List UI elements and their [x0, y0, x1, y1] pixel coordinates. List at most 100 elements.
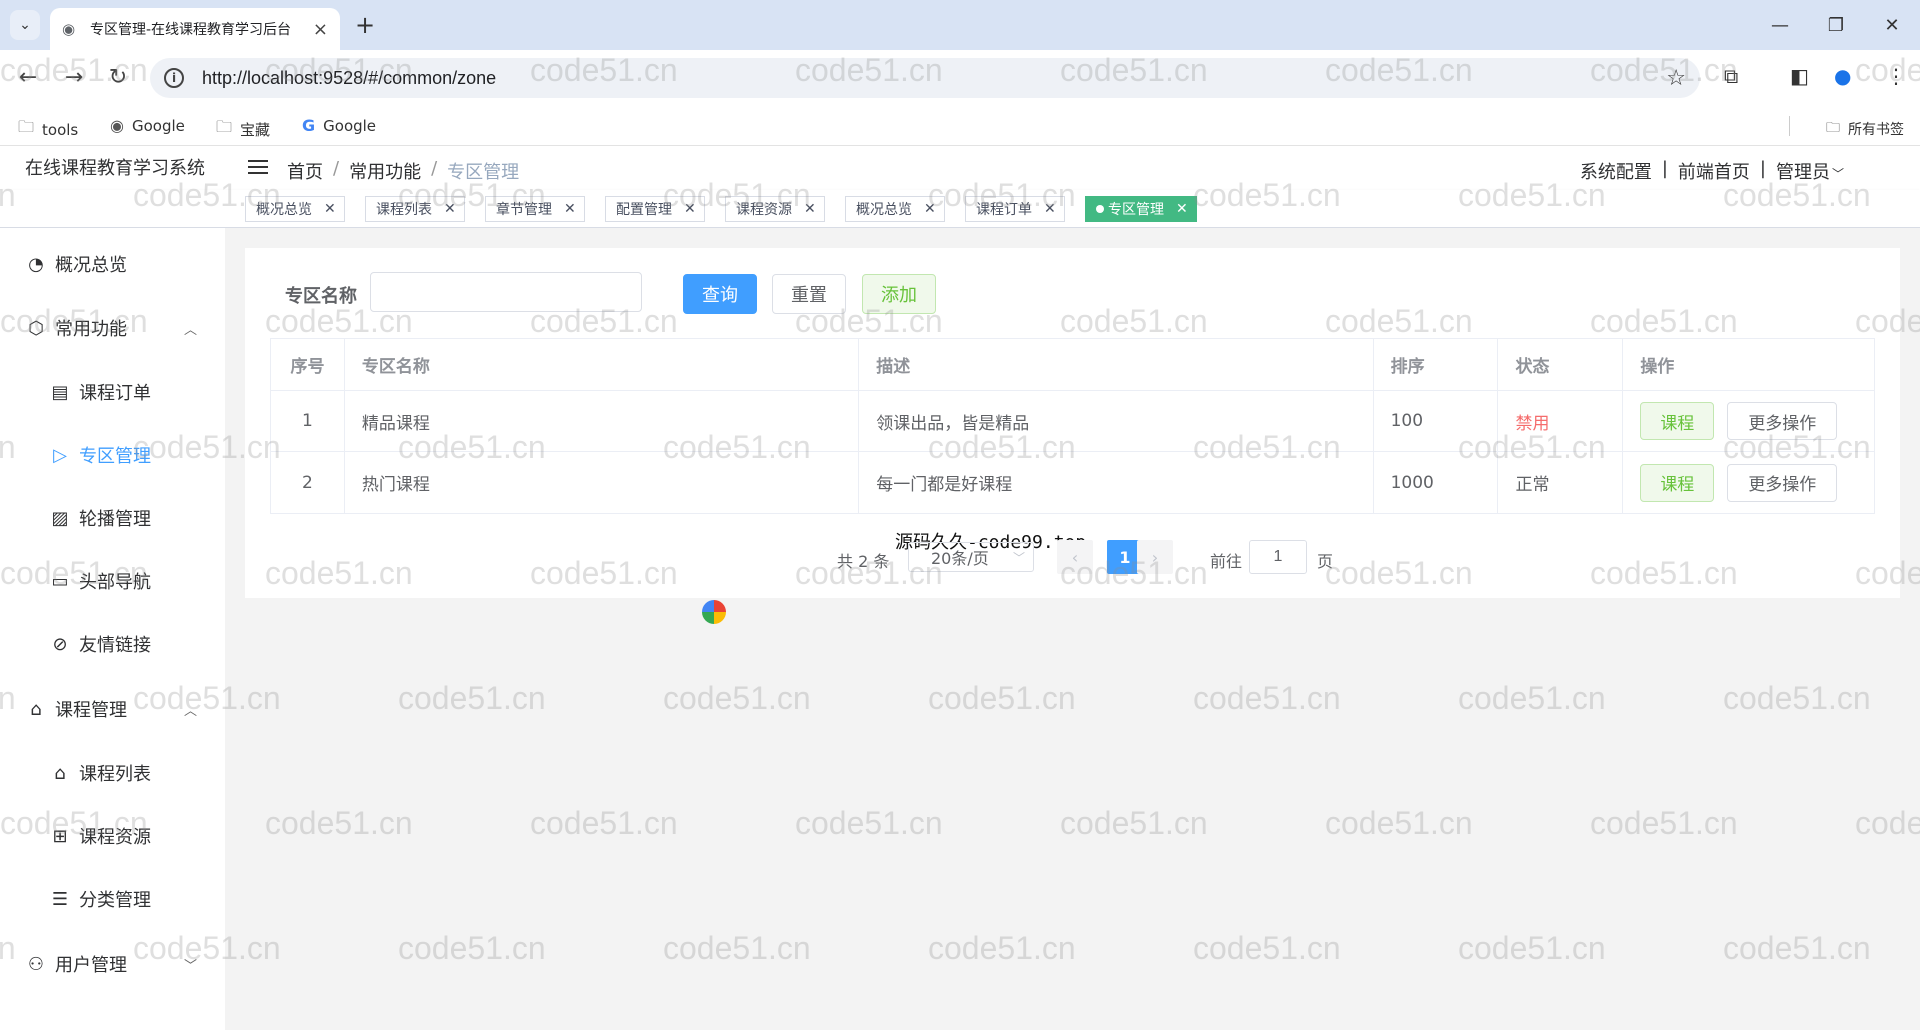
- next-page-button[interactable]: ›: [1137, 540, 1173, 574]
- sidebar-item-orders[interactable]: ▤ 课程订单: [0, 364, 225, 420]
- status-badge: 禁用: [1498, 391, 1624, 451]
- sidebar: ◔ 概况总览 ⬡ 常用功能 ︿ ▤ 课程订单 ▷ 专区管理 ▨ 轮播管理 ▭ 头…: [0, 228, 225, 1030]
- window-close-icon[interactable]: ✕: [1864, 0, 1920, 50]
- bookmark-star-icon[interactable]: ☆: [1666, 66, 1686, 91]
- tag-chapter[interactable]: 章节管理 ✕: [485, 196, 585, 222]
- globe-icon: ◉: [62, 20, 76, 38]
- cell-actions: 课程 更多操作: [1623, 391, 1874, 451]
- chevron-down-icon: ﹀: [1012, 551, 1025, 565]
- goto-page-input[interactable]: [1249, 540, 1307, 574]
- goto-label: 前往: [1210, 552, 1243, 571]
- chevron-down-icon: ﹀: [183, 958, 197, 974]
- breadcrumb-common[interactable]: 常用功能: [349, 158, 421, 184]
- back-arrow-icon[interactable]: ←: [14, 64, 42, 92]
- new-tab-plus-icon[interactable]: +: [350, 10, 380, 40]
- course-button[interactable]: 课程: [1640, 463, 1715, 502]
- query-button[interactable]: 查询: [683, 274, 757, 314]
- breadcrumb-current: 专区管理: [447, 162, 520, 183]
- admin-dropdown[interactable]: 管理员 ﹀: [1776, 158, 1844, 184]
- close-icon[interactable]: ✕: [564, 201, 576, 217]
- window-icon: ▭: [51, 570, 69, 592]
- close-icon[interactable]: ✕: [444, 201, 456, 217]
- app-title: 在线课程教育学习系统: [25, 158, 205, 179]
- add-button[interactable]: 添加: [862, 274, 936, 314]
- cell-name: 精品课程: [345, 391, 860, 451]
- close-icon[interactable]: ✕: [1044, 201, 1056, 217]
- pagination: 共 2 条 20条/页 ﹀ ‹ 1 › 前往 页: [245, 540, 1900, 576]
- status-badge: 正常: [1498, 452, 1624, 513]
- tag-orders[interactable]: 课程订单 ✕: [965, 196, 1065, 222]
- tags-view-bar: 概况总览 ✕ 课程列表 ✕ 章节管理 ✕ 配置管理 ✕ 课程资源 ✕ 概况总览 ✕ 课程订单…: [0, 190, 1920, 228]
- cell-index: 2: [271, 452, 345, 513]
- breadcrumb-home[interactable]: 首页: [287, 158, 323, 184]
- course-button[interactable]: 课程: [1640, 402, 1715, 440]
- close-icon[interactable]: ✕: [924, 201, 936, 217]
- close-icon[interactable]: ×: [313, 19, 328, 40]
- frontend-home-link[interactable]: 前端首页: [1678, 158, 1750, 184]
- active-dot-icon: [1096, 205, 1104, 213]
- tag-resources[interactable]: 课程资源 ✕: [725, 196, 825, 222]
- hamburger-menu-icon[interactable]: [248, 160, 268, 176]
- sidebar-item-links[interactable]: ⊘ 友情链接: [0, 616, 225, 672]
- page-size-select[interactable]: 20条/页 ﹀: [908, 542, 1034, 572]
- browser-menu-kebab-icon[interactable]: ⋮: [1886, 64, 1906, 88]
- cell-desc: 领课出品，皆是精品: [859, 391, 1374, 451]
- sidebar-item-zone[interactable]: ▷ 专区管理: [0, 427, 225, 483]
- folder-icon: 🗀: [216, 117, 233, 136]
- zone-card: 专区名称 查询 重置 添加 序号 专区名称 描述 排序 状态 操作 1 精品课程…: [245, 248, 1900, 598]
- tag-zone-active[interactable]: 专区管理 ✕: [1085, 196, 1197, 222]
- sidebar-item-overview[interactable]: ◔ 概况总览: [0, 236, 225, 292]
- sidebar-item-users[interactable]: ⚇ 用户管理 ﹀: [0, 936, 225, 992]
- sidebar-item-course-list[interactable]: ⌂ 课程列表: [0, 745, 225, 801]
- tag-course-list[interactable]: 课程列表 ✕: [365, 196, 465, 222]
- system-config-link[interactable]: 系统配置: [1580, 158, 1652, 184]
- reload-icon[interactable]: ↻: [104, 64, 132, 92]
- prev-page-button[interactable]: ‹: [1057, 540, 1093, 574]
- close-icon[interactable]: ✕: [1176, 201, 1188, 217]
- profile-avatar-icon[interactable]: ●: [1834, 64, 1851, 88]
- bookmarks-bar: 🗀 tools ◉ Google 🗀 宝藏 G Google 🗀 所有书签: [0, 106, 1920, 146]
- cell-sort: 1000: [1374, 452, 1499, 513]
- chevron-left-icon: ‹: [1071, 547, 1079, 567]
- cell-desc: 每一门都是好课程: [859, 452, 1374, 513]
- tag-overview-2[interactable]: 概况总览 ✕: [845, 196, 945, 222]
- site-info-icon[interactable]: i: [164, 68, 184, 88]
- sidebar-item-carousel[interactable]: ▨ 轮播管理: [0, 490, 225, 546]
- users-icon: ⚇: [27, 953, 45, 975]
- tag-overview[interactable]: 概况总览 ✕: [245, 196, 345, 222]
- extensions-puzzle-icon[interactable]: ⧉: [1724, 64, 1738, 88]
- browser-tab-active[interactable]: ◉ 专区管理-在线课程教育学习后台 ×: [50, 8, 340, 50]
- zone-name-input[interactable]: [370, 272, 642, 312]
- globe-icon: ◉: [110, 116, 124, 135]
- table-row: 2 热门课程 每一门都是好课程 1000 正常 课程 更多操作: [271, 452, 1874, 513]
- breadcrumb-separator: /: [431, 158, 438, 179]
- all-bookmarks[interactable]: 🗀 所有书签: [1826, 117, 1904, 141]
- forward-arrow-icon[interactable]: →: [60, 64, 88, 92]
- tag-config[interactable]: 配置管理 ✕: [605, 196, 705, 222]
- graduation-cap-icon: ⌂: [54, 762, 66, 784]
- close-icon[interactable]: ✕: [324, 201, 336, 217]
- page-label: 页: [1317, 552, 1334, 571]
- bookmark-treasure[interactable]: 🗀 宝藏: [216, 116, 270, 143]
- reset-button[interactable]: 重置: [772, 274, 846, 314]
- close-icon[interactable]: ✕: [804, 201, 816, 217]
- minimize-icon[interactable]: —: [1752, 0, 1808, 50]
- url-text[interactable]: http://localhost:9528/#/common/zone: [202, 68, 496, 89]
- bookmark-tools[interactable]: 🗀 tools: [18, 116, 78, 143]
- sidebar-item-header-nav[interactable]: ▭ 头部导航: [0, 553, 225, 609]
- sidebar-item-common[interactable]: ⬡ 常用功能 ︿: [0, 300, 225, 356]
- tab-search-chevron-icon[interactable]: ⌄: [10, 10, 40, 40]
- browser-tab-title: 专区管理-在线课程教育学习后台: [90, 22, 292, 38]
- bookmark-google-2[interactable]: G Google: [302, 116, 376, 135]
- bookmark-google[interactable]: ◉ Google: [110, 116, 185, 135]
- close-icon[interactable]: ✕: [684, 201, 696, 217]
- address-bar[interactable]: i http://localhost:9528/#/common/zone ☆: [150, 58, 1700, 98]
- sidebar-item-course-mgmt[interactable]: ⌂ 课程管理 ︿: [0, 681, 225, 737]
- restore-icon[interactable]: ❐: [1808, 0, 1864, 50]
- more-actions-button[interactable]: 更多操作: [1727, 463, 1838, 502]
- sidebar-item-course-resources[interactable]: ⊞ 课程资源: [0, 808, 225, 864]
- sidebar-item-category[interactable]: ☰ 分类管理: [0, 871, 225, 927]
- video-icon: ▷: [53, 444, 67, 466]
- more-actions-button[interactable]: 更多操作: [1727, 402, 1838, 440]
- side-panel-icon[interactable]: ◧: [1790, 64, 1809, 88]
